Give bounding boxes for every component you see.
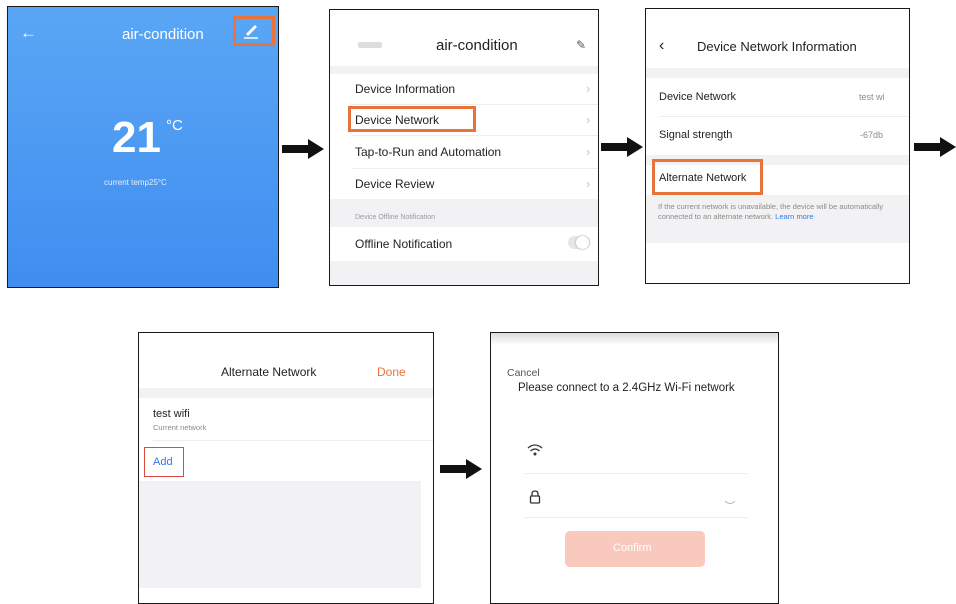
row-label: Device Network <box>659 91 737 103</box>
back-arrow-icon[interactable]: ← <box>20 23 37 43</box>
chevron-right-icon: › <box>586 81 591 96</box>
confirm-button[interactable]: Confirm <box>565 531 705 567</box>
learn-more-link[interactable]: Learn more <box>775 212 813 221</box>
row-value: -67db <box>860 130 884 140</box>
page-title: Device Network Information <box>697 39 857 54</box>
menu-label: Device Information <box>355 82 456 96</box>
offline-label: Offline Notification <box>355 237 453 251</box>
add-button[interactable]: Add <box>153 456 173 468</box>
offline-toggle[interactable] <box>568 236 590 249</box>
temperature-value: 21 <box>112 113 161 162</box>
alternate-network-highlight <box>652 159 763 195</box>
divider <box>524 473 748 474</box>
flow-arrow-icon <box>282 139 324 159</box>
menu-device-review[interactable]: Device Review › <box>330 169 598 199</box>
cancel-button[interactable]: Cancel <box>507 367 540 379</box>
current-temp-text: current temp25°C <box>104 178 167 187</box>
network-sub: Current network <box>153 423 207 432</box>
device-title: air-condition <box>436 37 518 54</box>
edit-highlight <box>233 16 275 46</box>
menu-tap-to-run[interactable]: Tap-to-Run and Automation › <box>330 136 598 168</box>
device-network-row: Device Network test wi <box>646 78 909 116</box>
heading: Please connect to a 2.4GHz Wi-Fi network <box>518 382 735 394</box>
edit-pencil-icon[interactable]: ✎ <box>576 38 586 52</box>
device-screen-panel: ← air-condition 21 °C current temp25°C <box>7 6 279 288</box>
device-title: air-condition <box>122 26 204 43</box>
empty-area <box>139 481 421 588</box>
password-input[interactable] <box>521 483 721 513</box>
ac-unit-icon <box>358 42 382 48</box>
page-title: Alternate Network <box>221 365 317 379</box>
alternate-network-panel: Alternate Network Done test wifi Current… <box>138 332 434 604</box>
spacer <box>646 68 909 78</box>
spacer <box>330 66 598 74</box>
temperature-unit: °C <box>166 117 183 134</box>
bottom-spacer <box>330 261 598 285</box>
menu-device-information[interactable]: Device Information › <box>330 74 598 104</box>
menu-label: Device Review <box>355 177 435 191</box>
device-network-info-panel: ‹ Device Network Information Device Netw… <box>645 8 910 284</box>
confirm-label: Confirm <box>613 542 652 554</box>
flow-arrow-icon <box>440 459 482 479</box>
note: If the current network is unavailable, t… <box>658 202 884 221</box>
row-label: Signal strength <box>659 129 733 141</box>
flow-arrow-icon <box>914 137 956 157</box>
device-settings-panel: air-condition ✎ Device Information › Dev… <box>329 9 599 286</box>
ssid-input[interactable] <box>521 435 746 469</box>
done-button[interactable]: Done <box>377 365 406 379</box>
row-value: test wi <box>859 92 885 102</box>
chevron-right-icon: › <box>586 176 591 191</box>
chevron-left-icon[interactable]: ‹ <box>659 37 664 55</box>
chevron-right-icon: › <box>586 112 591 127</box>
wifi-connect-panel: Cancel Please connect to a 2.4GHz Wi-Fi … <box>490 332 779 604</box>
network-item[interactable]: test wifi Current network <box>139 398 433 438</box>
device-network-highlight <box>348 106 476 132</box>
divider <box>153 440 433 441</box>
spacer <box>139 388 433 398</box>
section-header-bg <box>330 199 598 227</box>
chevron-right-icon: › <box>586 144 591 159</box>
section-header: Device Offline Notification <box>355 214 436 221</box>
menu-label: Tap-to-Run and Automation <box>355 145 502 159</box>
divider <box>524 517 748 518</box>
eye-closed-icon[interactable] <box>724 493 736 504</box>
flow-arrow-icon <box>601 137 643 157</box>
network-name: test wifi <box>153 408 190 420</box>
signal-strength-row: Signal strength -67db <box>646 117 909 155</box>
offline-notification-row: Offline Notification <box>330 227 598 261</box>
note-text: If the current network is unavailable, t… <box>658 202 893 222</box>
